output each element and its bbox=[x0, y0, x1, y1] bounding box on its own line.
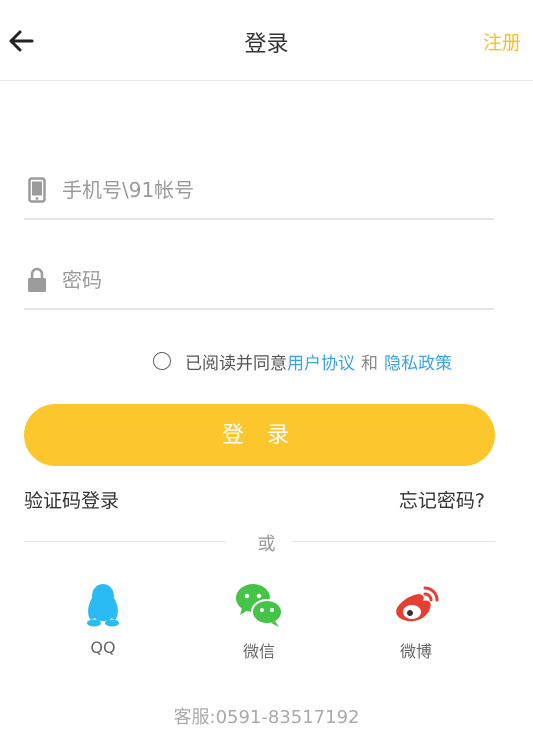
weibo-label: 微博 bbox=[399, 642, 432, 661]
weibo-icon bbox=[396, 586, 439, 622]
qq-label: QQ bbox=[90, 638, 116, 657]
lock-icon bbox=[26, 252, 48, 308]
password-input[interactable] bbox=[62, 260, 482, 300]
wechat-login-button[interactable]: 微信 bbox=[214, 582, 304, 662]
divider-right bbox=[292, 541, 495, 542]
qq-icon bbox=[87, 584, 119, 627]
qq-login-button[interactable]: QQ bbox=[58, 582, 148, 657]
password-field bbox=[24, 252, 494, 310]
agreement-prefix: 已阅读并同意 bbox=[185, 353, 287, 374]
agreement-row: 已阅读并同意 用户协议 和 隐私政策 bbox=[153, 349, 452, 374]
forgot-password-link[interactable]: 忘记密码? bbox=[399, 486, 485, 513]
wechat-icon bbox=[236, 584, 283, 627]
page-title: 登录 bbox=[244, 32, 289, 57]
header: 登录 注册 bbox=[0, 0, 533, 81]
user-agreement-link[interactable]: 用户协议 bbox=[287, 349, 355, 374]
agreement-checkbox[interactable] bbox=[153, 352, 171, 370]
phone-icon bbox=[26, 162, 48, 218]
customer-service-phone: 客服:0591-83517192 bbox=[173, 707, 360, 728]
agreement-and: 和 bbox=[361, 353, 378, 374]
account-field bbox=[24, 162, 494, 220]
login-button[interactable]: 登 录 bbox=[24, 404, 495, 466]
account-input[interactable] bbox=[62, 170, 482, 210]
weibo-login-button[interactable]: 微博 bbox=[371, 582, 461, 662]
privacy-policy-link[interactable]: 隐私政策 bbox=[384, 349, 452, 374]
register-button[interactable]: 注册 bbox=[483, 28, 521, 55]
or-label: 或 bbox=[257, 534, 276, 555]
sms-login-link[interactable]: 验证码登录 bbox=[24, 486, 119, 513]
wechat-label: 微信 bbox=[242, 642, 275, 661]
